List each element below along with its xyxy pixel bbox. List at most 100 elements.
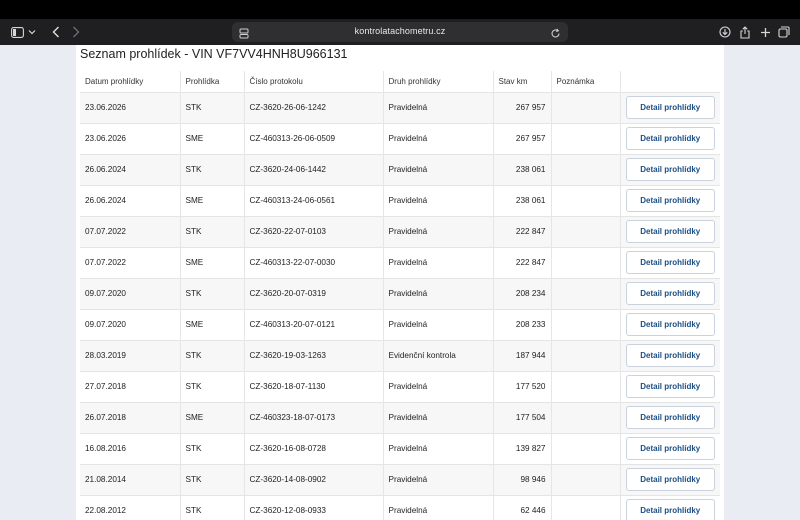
cell-date: 09.07.2020 [80,277,181,309]
cell-date: 26.06.2024 [80,153,181,185]
cell-inspection-kind: Pravidelná [383,91,494,123]
cell-note [551,153,621,185]
detail-button[interactable]: Detail prohlídky [625,406,715,429]
cell-action: Detail prohlídky [620,122,720,154]
tab-overview-icon[interactable] [776,19,792,45]
cell-protocol-number: CZ-3620-22-07-0103 [244,215,384,247]
share-icon[interactable] [737,19,753,45]
table-row: 09.07.2020 STK CZ-3620-20-07-0319 Pravideln… [80,277,720,309]
browser-toolbar: kontrolatachometru.cz [0,19,800,45]
cell-inspection-kind: Pravidelná [383,308,494,340]
cell-date: 27.07.2018 [80,370,181,402]
cell-action: Detail prohlídky [620,401,720,433]
cell-protocol-number: CZ-3620-26-06-1242 [244,91,384,123]
detail-button[interactable]: Detail prohlídky [625,313,715,336]
cell-date: 07.07.2022 [80,215,181,247]
chevron-down-icon[interactable] [27,19,37,45]
cell-action: Detail prohlídky [620,184,720,216]
table-row: 21.08.2014 STK CZ-3620-14-08-0902 Pravideln… [80,463,720,495]
cell-mileage: 187 944 [493,339,552,371]
cell-inspection-kind: Pravidelná [383,184,494,216]
cell-mileage: 62 446 [493,494,552,520]
cell-mileage: 238 061 [493,153,552,185]
cell-date: 26.06.2024 [80,184,181,216]
cell-date: 22.08.2012 [80,494,181,520]
detail-button[interactable]: Detail prohlídky [625,344,715,367]
cell-inspection-type: SME [180,401,245,433]
cell-inspection-type: SME [180,184,245,216]
cell-note [551,277,621,309]
column-header-kind: Druh prohlídky [383,71,494,92]
page-content: Seznam prohlídek - VIN VF7VV4HNH8U966131… [0,45,800,520]
cell-note [551,184,621,216]
detail-button[interactable]: Detail prohlídky [625,189,715,212]
cell-inspection-type: STK [180,463,245,495]
table-header-row: Datum prohlídky Prohlídka Číslo protokol… [80,71,720,92]
cell-date: 26.07.2018 [80,401,181,433]
cell-protocol-number: CZ-3620-19-03-1263 [244,339,384,371]
detail-button[interactable]: Detail prohlídky [625,220,715,243]
page-title: Seznam prohlídek - VIN VF7VV4HNH8U966131 [80,47,348,61]
inspection-list-panel: Seznam prohlídek - VIN VF7VV4HNH8U966131… [76,45,724,520]
detail-button[interactable]: Detail prohlídky [625,158,715,181]
table-row: 26.07.2018 SME CZ-460323-18-07-0173 Pravide… [80,401,720,433]
detail-button[interactable]: Detail prohlídky [625,127,715,150]
column-header-mileage: Stav km [493,71,552,92]
cell-action: Detail prohlídky [620,277,720,309]
url-text: kontrolatachometru.cz [354,26,446,36]
cell-mileage: 177 520 [493,370,552,402]
cell-inspection-kind: Pravidelná [383,277,494,309]
reload-icon[interactable] [550,26,561,44]
plus-icon[interactable] [757,19,773,45]
cell-note [551,122,621,154]
cell-inspection-type: SME [180,246,245,278]
cell-inspection-type: STK [180,339,245,371]
detail-button[interactable]: Detail prohlídky [625,282,715,305]
cell-protocol-number: CZ-3620-16-08-0728 [244,432,384,464]
detail-button[interactable]: Detail prohlídky [625,375,715,398]
cell-protocol-number: CZ-3620-14-08-0902 [244,463,384,495]
back-arrow-icon[interactable] [49,19,63,45]
cell-date: 09.07.2020 [80,308,181,340]
detail-button[interactable]: Detail prohlídky [625,468,715,491]
cell-mileage: 139 827 [493,432,552,464]
detail-button[interactable]: Detail prohlídky [625,437,715,460]
cell-protocol-number: CZ-3620-24-06-1442 [244,153,384,185]
detail-button[interactable]: Detail prohlídky [625,499,715,520]
cell-date: 23.06.2026 [80,122,181,154]
cell-inspection-kind: Pravidelná [383,215,494,247]
table-row: 26.06.2024 STK CZ-3620-24-06-1442 Pravideln… [80,153,720,185]
cell-note [551,401,621,433]
cell-action: Detail prohlídky [620,308,720,340]
cell-action: Detail prohlídky [620,246,720,278]
cell-protocol-number: CZ-460323-18-07-0173 [244,401,384,433]
cell-inspection-kind: Pravidelná [383,401,494,433]
cell-date: 28.03.2019 [80,339,181,371]
cell-protocol-number: CZ-460313-22-07-0030 [244,246,384,278]
cell-inspection-type: SME [180,308,245,340]
address-bar[interactable]: kontrolatachometru.cz [232,22,568,42]
table-row: 07.07.2022 SME CZ-460313-22-07-0030 Pravide… [80,246,720,278]
cell-date: 23.06.2026 [80,91,181,123]
cell-inspection-type: SME [180,122,245,154]
cell-mileage: 267 957 [493,122,552,154]
detail-button[interactable]: Detail prohlídky [625,251,715,274]
column-header-protocol: Číslo protokolu [244,71,384,92]
cell-mileage: 222 847 [493,246,552,278]
cell-protocol-number: CZ-3620-20-07-0319 [244,277,384,309]
cell-inspection-type: STK [180,494,245,520]
cell-protocol-number: CZ-460313-24-06-0561 [244,184,384,216]
forward-arrow-icon[interactable] [69,19,83,45]
cell-inspection-kind: Pravidelná [383,122,494,154]
download-icon[interactable] [717,19,733,45]
cell-note [551,308,621,340]
cell-inspection-kind: Pravidelná [383,432,494,464]
cell-mileage: 208 234 [493,277,552,309]
table-row: 07.07.2022 STK CZ-3620-22-07-0103 Pravideln… [80,215,720,247]
cell-action: Detail prohlídky [620,339,720,371]
cell-inspection-kind: Evidenční kontrola [383,339,494,371]
cell-inspection-kind: Pravidelná [383,153,494,185]
cell-note [551,215,621,247]
detail-button[interactable]: Detail prohlídky [625,96,715,119]
sidebar-icon[interactable] [8,19,26,45]
